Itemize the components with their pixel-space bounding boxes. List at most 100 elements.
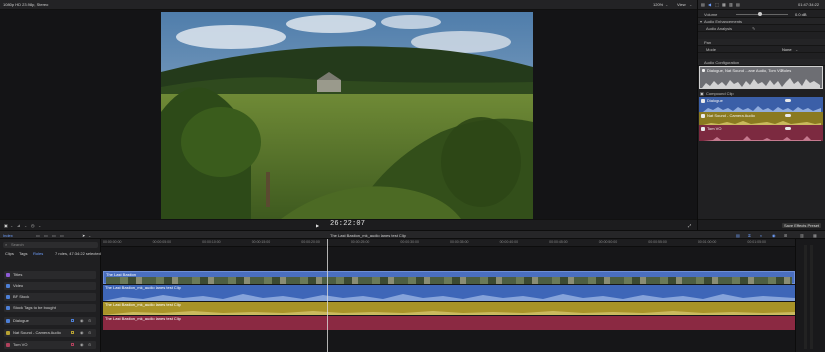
- save-effects-preset-button[interactable]: Save Effects Preset: [782, 223, 822, 228]
- volume-value[interactable]: 0.0 dB: [795, 12, 807, 17]
- chevron-down-icon[interactable]: ⌄: [38, 223, 41, 228]
- play-icon[interactable]: ▶: [316, 223, 319, 228]
- role-checkbox[interactable]: [6, 284, 10, 288]
- nat-sound-lane[interactable]: Nat Sound - Camera Audio: [699, 112, 823, 125]
- role-item[interactable]: Video: [4, 282, 96, 290]
- audio-inspector-icon[interactable]: ◀: [708, 2, 711, 7]
- select-tool-icon[interactable]: ➤: [82, 233, 85, 238]
- timeline-ruler[interactable]: 00:00:00:00 00:00:05:00 00:00:10:00 00:00:1…: [101, 239, 795, 247]
- show-lanes-icon[interactable]: ⊙: [88, 342, 91, 347]
- lane-color-icon[interactable]: [71, 331, 74, 334]
- chevron-down-icon[interactable]: ⌄: [88, 233, 91, 238]
- chevron-down-icon[interactable]: ⌄: [795, 47, 798, 52]
- tab-clips[interactable]: Clips: [5, 251, 14, 256]
- tab-roles[interactable]: Roles: [33, 251, 43, 256]
- show-lanes-icon[interactable]: ⊙: [88, 318, 91, 323]
- checkbox[interactable]: [701, 114, 705, 118]
- chevron-down-icon[interactable]: ⌄: [10, 223, 13, 228]
- chevron-down-icon[interactable]: ⌄: [24, 223, 27, 228]
- ruler-tick-label: 00:00:45:00: [549, 240, 568, 244]
- audio-lanes-icon[interactable]: ▤: [736, 233, 740, 238]
- grid-icon[interactable]: ▥: [729, 2, 733, 7]
- timecode-display: 26:22:07: [330, 220, 366, 228]
- dialogue-clip[interactable]: The Last Bastion_mk_audio lanes test Cli…: [103, 285, 795, 301]
- role-label: Titles: [13, 272, 23, 277]
- view-menu[interactable]: View: [677, 2, 686, 7]
- lane-color-icon[interactable]: [71, 319, 74, 322]
- volume-slider[interactable]: [736, 14, 788, 15]
- skimming-icon[interactable]: ⧖: [748, 233, 751, 238]
- role-label: Video: [13, 283, 24, 288]
- checkbox[interactable]: [702, 69, 705, 72]
- role-checkbox[interactable]: [6, 319, 10, 323]
- transform-icon[interactable]: ▣: [4, 223, 8, 228]
- index-button[interactable]: Index: [3, 233, 13, 238]
- role-item[interactable]: BF Stock: [4, 293, 96, 301]
- clip-label: The Last Bastion_mk_audio lanes test Cli…: [105, 302, 181, 307]
- role-item[interactable]: Tom VO ◉ ⊙: [4, 341, 96, 349]
- show-lanes-icon[interactable]: ⊙: [88, 330, 91, 335]
- lane-toggle[interactable]: [785, 99, 791, 102]
- lane-color-icon[interactable]: [71, 343, 74, 346]
- fullscreen-icon[interactable]: ⤢: [688, 223, 691, 228]
- video-clip[interactable]: The Last Bastion: [103, 271, 795, 284]
- search-field[interactable]: ⌕ Search: [3, 242, 98, 248]
- config-header-box[interactable]: Dialogue, Nat Sound ...ane Audio, Tom VO…: [699, 66, 823, 89]
- overwrite-icon[interactable]: ▭: [52, 233, 56, 238]
- effects-icon[interactable]: ▦: [813, 233, 817, 238]
- focus-icon[interactable]: ◉: [80, 342, 84, 347]
- audio-enhancements-row[interactable]: ▾ Audio Enhancements: [698, 18, 825, 25]
- disclosure-icon[interactable]: ▣: [700, 91, 704, 96]
- role-checkbox[interactable]: [6, 331, 10, 335]
- crop-icon[interactable]: ⊿: [17, 223, 20, 228]
- checkbox[interactable]: [701, 99, 705, 103]
- role-item[interactable]: Nat Sound - Camera Audio ◉ ⊙: [4, 329, 96, 337]
- share-icon[interactable]: ⬚: [715, 2, 719, 7]
- filmstrip-icon[interactable]: ▦: [722, 2, 726, 7]
- clip-appearance-icon[interactable]: ▥: [800, 233, 804, 238]
- speed-icon[interactable]: ◷: [31, 223, 35, 228]
- mode-select[interactable]: None: [782, 47, 792, 52]
- viewer-header: 1080p HD 23.98p, Stereo 120% ⌄ View ⌄: [0, 0, 697, 10]
- ruler-tick-label: 00:01:00:00: [697, 240, 717, 244]
- solo-icon[interactable]: ◉: [772, 233, 776, 238]
- ruler-tick-label: 00:00:10:00: [202, 240, 221, 244]
- inspector: ▤ ◀ ⬚ ▦ ▥ ▤ 01:47:34:22 Volume 0.0 dB ▾ …: [697, 0, 825, 230]
- focus-icon[interactable]: ◉: [80, 318, 84, 323]
- tom-vo-clip[interactable]: The Last Bastion_mk_audio lanes test Cli…: [103, 316, 795, 330]
- waveform: [703, 106, 821, 112]
- ruler-tick-label: 00:00:05:00: [152, 240, 172, 244]
- volume-slider-knob[interactable]: [758, 12, 762, 16]
- role-checkbox[interactable]: [6, 273, 10, 277]
- magic-wand-icon[interactable]: ✎: [752, 26, 755, 31]
- playhead[interactable]: [327, 239, 328, 352]
- lane-toggle[interactable]: [785, 114, 791, 117]
- audio-skimming-icon[interactable]: ◐: [760, 233, 762, 238]
- snapping-icon[interactable]: ⊞: [784, 233, 787, 238]
- role-item[interactable]: Titles: [4, 271, 96, 279]
- role-checkbox[interactable]: [6, 343, 10, 347]
- insert-icon[interactable]: ▭: [44, 233, 48, 238]
- disclosure-icon[interactable]: ▾: [700, 19, 702, 24]
- timeline-index: ⌕ Search Clips Tags Roles 7 roles, 47:34…: [0, 239, 101, 352]
- video-frame: [161, 12, 533, 219]
- role-checkbox[interactable]: [6, 295, 10, 299]
- tab-tags[interactable]: Tags: [19, 251, 27, 256]
- connect-icon[interactable]: ▭: [60, 233, 64, 238]
- role-item[interactable]: Stock Tags to be bought: [4, 304, 96, 312]
- checkbox[interactable]: [701, 127, 705, 131]
- search-input[interactable]: Search: [11, 242, 24, 247]
- tom-vo-lane[interactable]: Tom VO: [699, 125, 823, 141]
- dialogue-lane[interactable]: Dialogue: [699, 97, 823, 112]
- role-checkbox[interactable]: [6, 306, 10, 310]
- role-item[interactable]: Dialogue ◉ ⊙: [4, 317, 96, 325]
- lane-toggle[interactable]: [785, 127, 791, 130]
- roles-badge[interactable]: Roles: [781, 68, 791, 73]
- info-icon[interactable]: ▤: [701, 2, 705, 7]
- nat-sound-clip[interactable]: The Last Bastion_mk_audio lanes test Cli…: [103, 302, 795, 315]
- role-label: Dialogue: [13, 318, 29, 323]
- append-icon[interactable]: ▭: [36, 233, 40, 238]
- focus-icon[interactable]: ◉: [80, 330, 84, 335]
- list-icon[interactable]: ▤: [736, 2, 740, 7]
- zoom-menu[interactable]: 120%: [653, 2, 663, 7]
